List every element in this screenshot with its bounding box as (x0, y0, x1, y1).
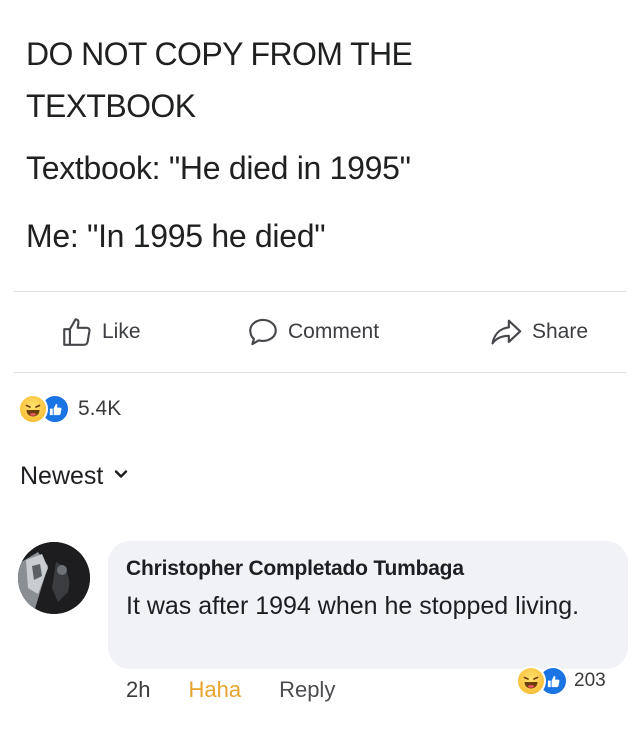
reaction-summary[interactable]: 5.4K (18, 394, 121, 424)
like-button[interactable]: Like (60, 312, 141, 352)
comment-time[interactable]: 2h (126, 677, 150, 703)
divider (14, 291, 626, 292)
comment-button[interactable]: Comment (246, 312, 379, 352)
reaction-count: 5.4K (78, 397, 122, 420)
post-text-line: Textbook: "He died in 1995" (26, 150, 411, 186)
divider (14, 372, 626, 373)
like-label: Like (102, 320, 141, 343)
post-text-line: TEXTBOOK (26, 88, 196, 124)
post-text: DO NOT COPY FROM THE TEXTBOOK Textbook: … (26, 28, 616, 262)
post-action-bar: Like Comment Share (0, 296, 640, 368)
haha-reaction-icon (516, 666, 546, 696)
comment-sort-dropdown[interactable]: Newest (20, 462, 129, 491)
comment-reaction-summary[interactable]: 203 (516, 666, 606, 696)
comment-meta: 2h Haha Reply (126, 674, 335, 706)
comment-reaction-count: 203 (574, 670, 606, 691)
post-text-line: Me: "In 1995 he died" (26, 218, 326, 254)
share-arrow-icon (488, 315, 524, 349)
reply-button[interactable]: Reply (279, 677, 335, 703)
haha-reaction-icon (18, 394, 48, 424)
post-text-line: DO NOT COPY FROM THE (26, 36, 413, 72)
share-label: Share (532, 320, 589, 343)
sort-label: Newest (20, 462, 104, 490)
comment-author[interactable]: Christopher Completado Tumbaga (126, 557, 464, 581)
comment-text: It was after 1994 when he stopped living… (126, 592, 580, 620)
share-button[interactable]: Share (488, 312, 588, 352)
thumbs-up-icon (60, 315, 94, 349)
haha-reaction-button[interactable]: Haha (188, 677, 241, 703)
comment-bubble: Christopher Completado Tumbaga It was af… (108, 541, 628, 669)
speech-bubble-icon (246, 315, 280, 349)
comment-label: Comment (288, 320, 380, 343)
avatar[interactable] (18, 542, 90, 614)
chevron-down-icon (103, 466, 129, 487)
